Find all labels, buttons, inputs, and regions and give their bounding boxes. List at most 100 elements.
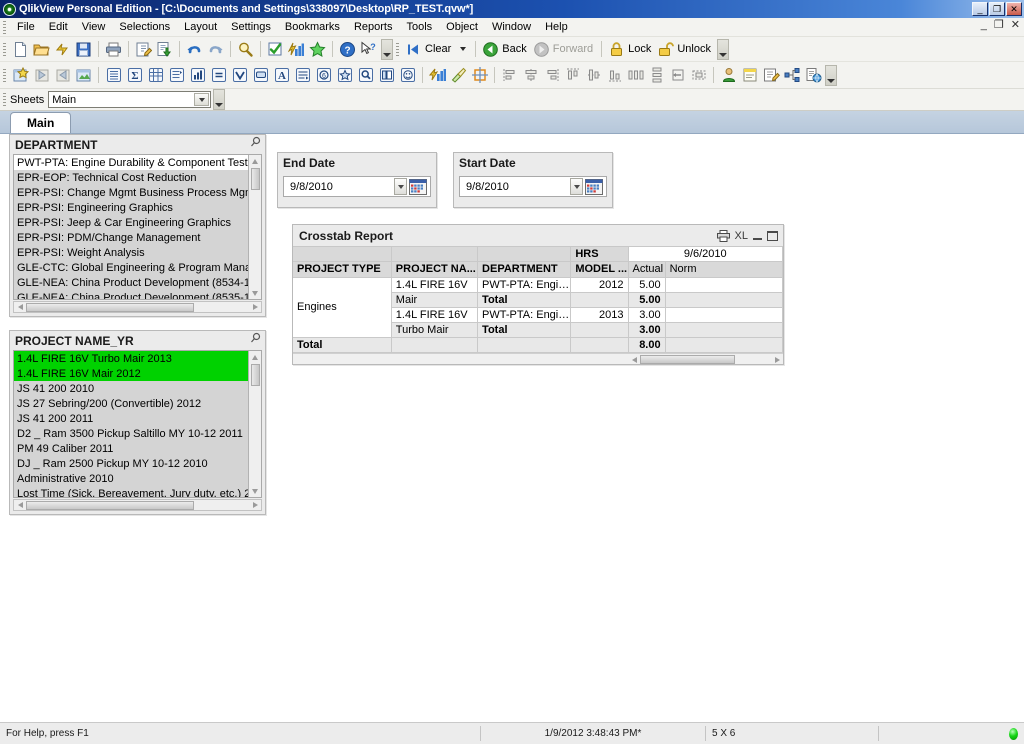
list-item[interactable]: EPR-PSI: Engineering Graphics (14, 200, 248, 215)
search-icon[interactable] (235, 39, 256, 59)
chart-wizard-icon[interactable] (286, 39, 307, 59)
scroll-right-arrow-icon[interactable] (249, 302, 261, 312)
column-header-model[interactable]: MODEL ... (571, 261, 628, 277)
crosstab-report-object[interactable]: Crosstab Report XL (292, 224, 784, 365)
list-item[interactable]: 1.4L FIRE 16V Mair 2012 (14, 366, 248, 381)
crosstab-table-body[interactable]: HRS 9/6/2010 PROJECT TYPE PROJECT NA... … (293, 246, 783, 364)
menu-item-bookmarks[interactable]: Bookmarks (278, 19, 347, 35)
sheets-bar-overflow-button[interactable] (213, 89, 225, 110)
document-close-button[interactable]: ✕ (1011, 20, 1020, 31)
department-list-box-body[interactable]: PWT-PTA: Engine Durability & Component T… (13, 154, 262, 300)
lock-button-label[interactable]: Lock (627, 43, 655, 55)
list-item[interactable]: JS 41 200 2011 (14, 411, 248, 426)
standard-toolbar-grip[interactable] (3, 43, 6, 56)
align-bottom-icon[interactable] (604, 65, 625, 85)
search-object-icon[interactable] (355, 65, 376, 85)
context-help-icon[interactable]: ? (358, 39, 379, 59)
scroll-up-arrow-icon[interactable] (249, 351, 261, 363)
minimize-icon[interactable] (753, 232, 762, 240)
line-arrow-icon[interactable] (292, 65, 313, 85)
table-box-icon[interactable] (145, 65, 166, 85)
redo-icon[interactable] (205, 39, 226, 59)
back-icon[interactable] (480, 39, 501, 59)
grid-icon[interactable] (469, 65, 490, 85)
chart-icon[interactable] (187, 65, 208, 85)
scroll-left-arrow-icon[interactable] (14, 500, 26, 510)
back-button-label[interactable]: Back (501, 43, 530, 55)
align-center-icon[interactable] (520, 65, 541, 85)
crosstab-table[interactable]: HRS 9/6/2010 PROJECT TYPE PROJECT NA... … (293, 247, 783, 353)
sheet-selector-combo[interactable]: Main (48, 91, 211, 108)
project-horizontal-scrollbar[interactable] (13, 499, 262, 511)
department-list-box[interactable]: DEPARTMENT PWT-PTA: Engine Durability & … (9, 134, 266, 317)
table-row[interactable]: Engines 1.4L FIRE 16V PWT-PTA: Engi… 201… (293, 277, 783, 292)
table-row-grand-total[interactable]: Total 8.00 (293, 337, 783, 352)
slider-calendar-icon[interactable]: 6 (313, 65, 334, 85)
document-restore-button[interactable]: ❐ (994, 20, 1004, 31)
list-item[interactable]: EPR-PSI: PDM/Change Management (14, 230, 248, 245)
menu-item-settings[interactable]: Settings (224, 19, 278, 35)
document-icon[interactable] (739, 65, 760, 85)
scroll-left-arrow-icon[interactable] (14, 302, 26, 312)
help-icon[interactable]: ? (337, 39, 358, 59)
scroll-left-arrow-icon[interactable] (628, 355, 640, 365)
align-top-icon[interactable] (562, 65, 583, 85)
chevron-down-icon[interactable] (194, 93, 209, 106)
end-date-field[interactable]: 9/8/2010 (283, 176, 431, 197)
department-horizontal-scrollbar[interactable] (13, 301, 262, 313)
maximize-icon[interactable] (767, 231, 778, 241)
navigation-toolbar-grip[interactable] (396, 43, 399, 56)
input-box-icon[interactable] (208, 65, 229, 85)
chart-properties-icon[interactable] (427, 65, 448, 85)
undo-icon[interactable] (184, 39, 205, 59)
calendar-icon[interactable] (409, 179, 427, 195)
design-toolbar-grip[interactable] (3, 69, 6, 82)
text-object-icon[interactable]: A (271, 65, 292, 85)
publish-icon[interactable] (802, 65, 823, 85)
menu-item-window[interactable]: Window (485, 19, 538, 35)
crosstab-horizontal-scrollbar[interactable] (293, 353, 783, 365)
chevron-down-icon[interactable] (394, 178, 407, 195)
align-middle-icon[interactable] (583, 65, 604, 85)
space-vertically-icon[interactable] (646, 65, 667, 85)
column-header-department[interactable]: DEPARTMENT (478, 261, 571, 277)
promote-sheet-icon[interactable] (31, 65, 52, 85)
button-icon[interactable] (250, 65, 271, 85)
list-item[interactable]: DJ _ Ram 2500 Pickup MY 10-12 2010 (14, 456, 248, 471)
menu-bar-grip[interactable] (3, 21, 6, 34)
menu-item-reports[interactable]: Reports (347, 19, 400, 35)
menu-item-view[interactable]: View (75, 19, 113, 35)
menu-item-tools[interactable]: Tools (399, 19, 439, 35)
window-restore-button[interactable]: ❐ (989, 2, 1005, 16)
statistics-box-icon[interactable]: Σ (124, 65, 145, 85)
menu-item-object[interactable]: Object (439, 19, 485, 35)
scroll-up-arrow-icon[interactable] (249, 155, 261, 167)
align-left-icon[interactable] (499, 65, 520, 85)
end-date-value[interactable]: 9/8/2010 (284, 181, 394, 193)
scroll-down-arrow-icon[interactable] (249, 485, 261, 497)
start-date-input-box[interactable]: Start Date 9/8/2010 (453, 152, 613, 208)
scroll-down-arrow-icon[interactable] (249, 287, 261, 299)
list-item[interactable]: GLE-NEA: China Product Development (8534… (14, 275, 248, 290)
demote-sheet-icon[interactable] (52, 65, 73, 85)
window-minimize-button[interactable]: _ (972, 2, 988, 16)
menu-item-help[interactable]: Help (538, 19, 575, 35)
list-box-icon[interactable] (103, 65, 124, 85)
relations-icon[interactable] (781, 65, 802, 85)
sheets-bar-grip[interactable] (3, 93, 6, 106)
format-painter-icon[interactable] (448, 65, 469, 85)
list-item[interactable]: PWT-PTA: Engine Durability & Component T… (14, 155, 248, 170)
align-right-icon[interactable] (541, 65, 562, 85)
clear-button-label[interactable]: Clear (424, 43, 455, 55)
new-sheet-icon[interactable] (10, 65, 31, 85)
list-item[interactable]: EPR-PSI: Weight Analysis (14, 245, 248, 260)
menu-item-edit[interactable]: Edit (42, 19, 75, 35)
project-name-yr-list-box[interactable]: PROJECT NAME_YR 1.4L FIRE 16V Turbo Mair… (9, 330, 266, 515)
shrink-icon[interactable] (667, 65, 688, 85)
list-item[interactable]: JS 27 Sebring/200 (Convertible) 2012 (14, 396, 248, 411)
unlock-icon[interactable] (655, 39, 676, 59)
lock-icon[interactable] (606, 39, 627, 59)
list-item[interactable]: GLE-NEA: China Product Development (8535… (14, 290, 248, 299)
scroll-right-arrow-icon[interactable] (249, 500, 261, 510)
clear-dropdown-icon[interactable] (460, 47, 466, 51)
